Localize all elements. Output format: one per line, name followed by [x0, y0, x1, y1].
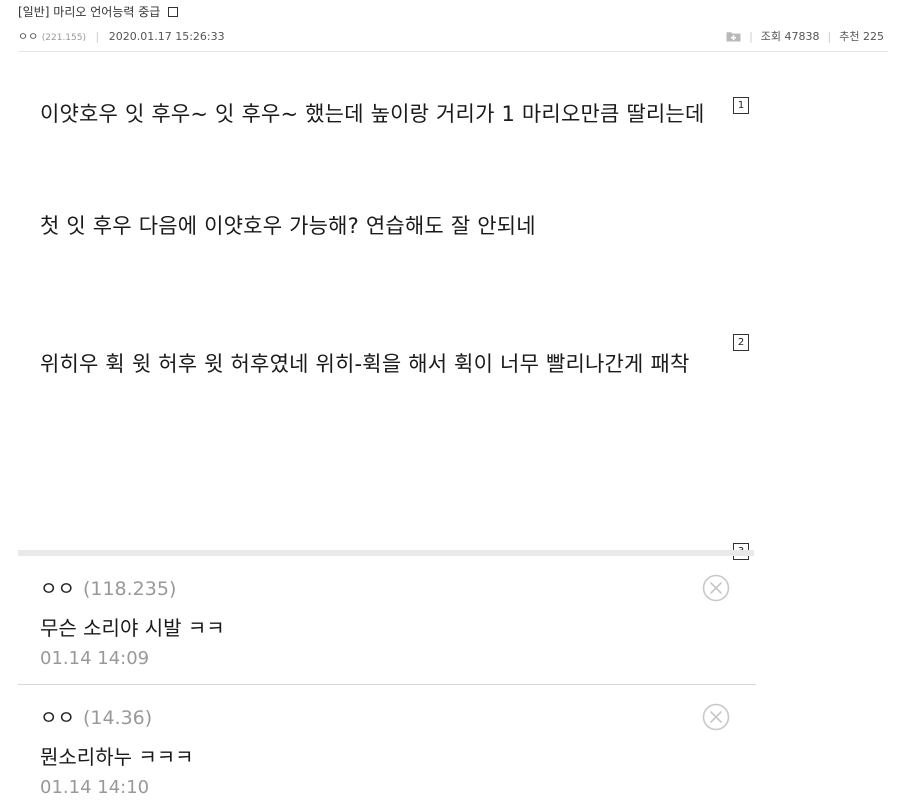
comment-text: 뭔소리하누 ㅋㅋㅋ [40, 745, 194, 769]
stats-divider: | [827, 29, 832, 43]
post-paragraph: 이얏호우 잇 후우~ 잇 후우~ 했는데 높이랑 거리가 1 마리오만큼 딸리는… [40, 102, 705, 126]
comment-author-line: ㅇㅇ (14.36) [40, 703, 152, 730]
post-author-ip: (221.155) [41, 33, 86, 43]
recommend-count: 225 [863, 29, 884, 43]
views-label: 조회 [760, 30, 782, 43]
post-stats: | 조회 47838 | 추천 225 [726, 28, 884, 44]
post-meta: ㅇㅇ (221.155) | 2020.01.17 15:26:33 [18, 28, 225, 44]
comment-item: ㅇㅇ (14.36) 뭔소리하누 ㅋㅋㅋ 01.14 14:10 [18, 685, 756, 800]
comment-item: ㅇㅇ (118.235) 무슨 소리야 시발 ㅋㅋ 01.14 14:09 [18, 556, 756, 685]
views-count: 47838 [784, 29, 820, 43]
recommend-label: 추천 [839, 30, 860, 43]
post-category: [일반] [18, 5, 50, 19]
title-square-icon [168, 7, 179, 17]
comment-time: 01.14 14:09 [40, 648, 150, 669]
comment-ip: (14.36) [82, 707, 153, 729]
comment-text: 무슨 소리야 시발 ㅋㅋ [40, 616, 225, 640]
section-marker: 1 [733, 97, 749, 114]
post-author[interactable]: ㅇㅇ [18, 30, 38, 43]
stats-divider: | [749, 29, 753, 43]
comment-author[interactable]: ㅇㅇ [40, 707, 75, 729]
delete-circle-icon[interactable] [702, 703, 730, 731]
folder-plus-icon[interactable] [726, 31, 741, 42]
delete-circle-icon[interactable] [702, 574, 730, 602]
post-date: 2020.01.17 15:26:33 [108, 30, 225, 43]
header-divider [18, 51, 888, 52]
comment-time: 01.14 14:10 [40, 777, 150, 798]
post-paragraph: 위히우 휙 윗 허후 윗 허후였네 위히-휙을 해서 휙이 너무 빨리나간게 패… [40, 352, 690, 376]
post-paragraph: 첫 잇 후우 다음에 이얏호우 가능해? 연습해도 잘 안되네 [40, 214, 536, 238]
comment-ip: (118.235) [82, 578, 177, 600]
section-marker: 2 [733, 334, 749, 351]
comment-author[interactable]: ㅇㅇ [40, 578, 75, 600]
post-title-line: [일반] 마리오 언어능력 중급 [18, 3, 179, 20]
comment-author-line: ㅇㅇ (118.235) [40, 574, 176, 601]
post-title: 마리오 언어능력 중급 [53, 5, 161, 19]
meta-divider: | [95, 30, 100, 43]
